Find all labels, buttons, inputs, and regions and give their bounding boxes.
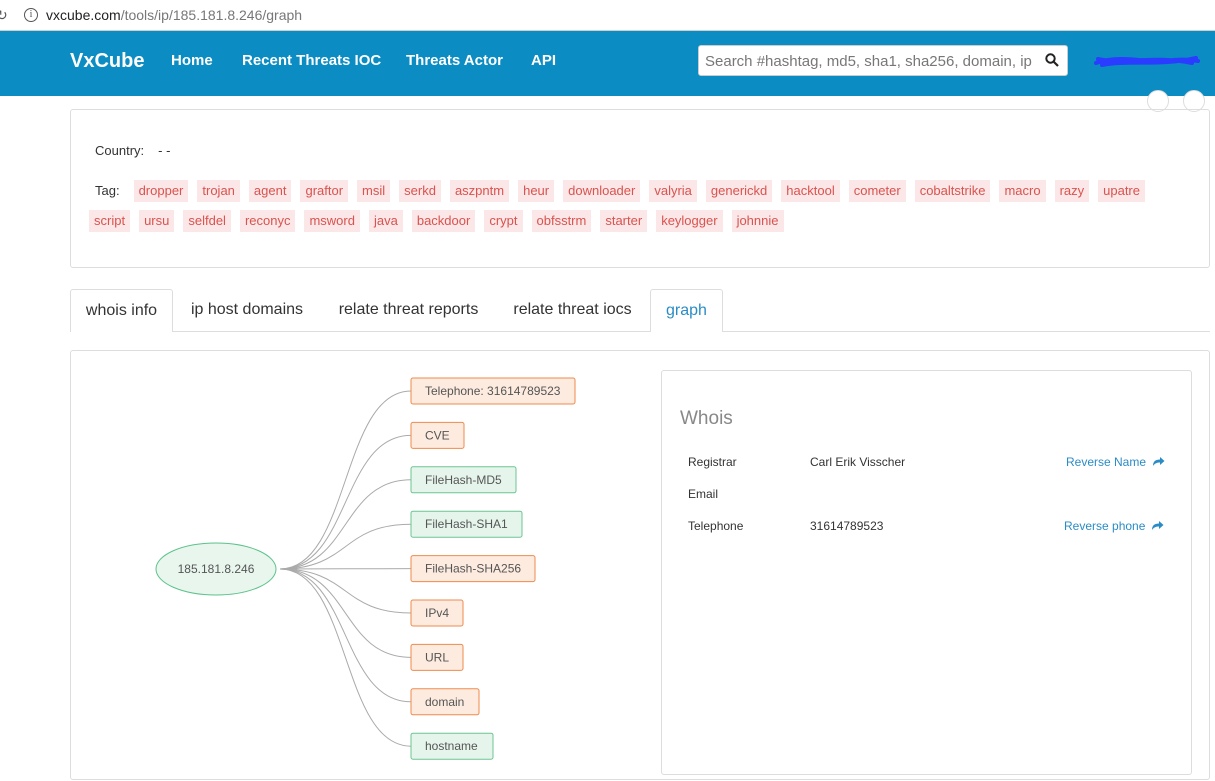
tag-agent[interactable]: agent bbox=[249, 180, 292, 202]
tag-list: Tag: dropper trojan agent graftor msil serkdas… bbox=[89, 180, 1189, 240]
tag-johnnie[interactable]: johnnie bbox=[732, 210, 784, 232]
reverse-phone-link[interactable]: Reverse phone bbox=[1064, 519, 1164, 533]
tag-keylogger[interactable]: keylogger bbox=[656, 210, 722, 232]
whois-title: Whois bbox=[680, 408, 733, 430]
tag-msword[interactable]: msword bbox=[304, 210, 360, 232]
tag-script[interactable]: script bbox=[89, 210, 130, 232]
tag-dropper[interactable]: dropper bbox=[134, 180, 189, 202]
graph-root-label: 185.181.8.246 bbox=[178, 562, 255, 576]
tag-selfdel[interactable]: selfdel bbox=[183, 210, 231, 232]
tag-cobaltstrike[interactable]: cobaltstrike bbox=[915, 180, 991, 202]
address-bar[interactable]: ↻ i vxcube.com/tools/ip/185.181.8.246/gr… bbox=[0, 0, 1215, 31]
tag-generickd[interactable]: generickd bbox=[706, 180, 772, 202]
tag-obfsstrm[interactable]: obfsstrm bbox=[532, 210, 592, 232]
tag-graftor[interactable]: graftor bbox=[300, 180, 348, 202]
country-value: - - bbox=[158, 143, 170, 158]
relationship-graph: 185.181.8.246 Telephone: 31614789523 CVE Fi… bbox=[71, 351, 651, 781]
nav-link-threats-actor[interactable]: Threats Actor bbox=[406, 52, 503, 69]
whois-telephone-label: Telephone bbox=[688, 519, 743, 533]
whois-card: Whois Registrar Carl Erik Visscher Rever… bbox=[661, 370, 1192, 775]
share-arrow-icon bbox=[1152, 456, 1165, 467]
reverse-name-link[interactable]: Reverse Name bbox=[1066, 455, 1165, 469]
tag-trojan[interactable]: trojan bbox=[197, 180, 240, 202]
tag-valyria[interactable]: valyria bbox=[649, 180, 697, 202]
tag-ursu[interactable]: ursu bbox=[139, 210, 174, 232]
graph-node-label: hostname bbox=[425, 739, 478, 753]
nav-link-recent-threats-ioc[interactable]: Recent Threats IOC bbox=[242, 52, 381, 69]
tag-label: Tag: bbox=[89, 180, 125, 202]
tag-hacktool[interactable]: hacktool bbox=[781, 180, 839, 202]
graph-edge bbox=[280, 480, 411, 569]
redacted-username[interactable] bbox=[1092, 51, 1202, 71]
tag-upatre[interactable]: upatre bbox=[1098, 180, 1145, 202]
tag-msil[interactable]: msil bbox=[357, 180, 390, 202]
nav-link-home[interactable]: Home bbox=[171, 52, 213, 69]
graph-edge bbox=[280, 569, 411, 657]
summary-panel: Country: - - Tag: dropper trojan agent grafto… bbox=[70, 109, 1210, 268]
url-path: /tools/ip/185.181.8.246/graph bbox=[121, 7, 302, 23]
search-box bbox=[698, 45, 1068, 76]
tag-cometer[interactable]: cometer bbox=[849, 180, 906, 202]
graph-node-label: URL bbox=[425, 650, 449, 664]
tab-relate-threat-reports[interactable]: relate threat reports bbox=[326, 289, 491, 332]
graph-edge bbox=[280, 391, 411, 569]
tag-starter[interactable]: starter bbox=[600, 210, 647, 232]
share-arrow-icon bbox=[1151, 520, 1164, 531]
graph-node-label: domain bbox=[425, 695, 464, 709]
tab-bar: whois info ip host domains relate threat… bbox=[70, 289, 1210, 332]
country-row: Country: - - bbox=[95, 143, 170, 158]
tag-razy[interactable]: razy bbox=[1055, 180, 1090, 202]
nav-link-api[interactable]: API bbox=[531, 52, 556, 69]
reverse-phone-label: Reverse phone bbox=[1064, 519, 1145, 533]
tag-downloader[interactable]: downloader bbox=[563, 180, 640, 202]
search-icon[interactable] bbox=[1045, 53, 1059, 67]
graph-edge bbox=[280, 569, 411, 746]
whois-email-label: Email bbox=[688, 487, 718, 501]
tag-aszpntm[interactable]: aszpntm bbox=[450, 180, 509, 202]
tab-graph[interactable]: graph bbox=[650, 289, 723, 332]
brand-logo[interactable]: VxCube bbox=[70, 50, 144, 73]
graph-edge bbox=[280, 524, 411, 569]
reload-icon[interactable]: ↻ bbox=[0, 7, 14, 24]
graph-edge bbox=[280, 569, 411, 613]
navbar: VxCube Home Recent Threats IOC Threats A… bbox=[0, 31, 1215, 96]
graph-node-label: FileHash-SHA256 bbox=[425, 562, 521, 576]
tag-java[interactable]: java bbox=[369, 210, 403, 232]
tag-crypt[interactable]: crypt bbox=[484, 210, 522, 232]
country-label: Country: bbox=[95, 143, 144, 158]
graph-node-label: Telephone: 31614789523 bbox=[425, 384, 561, 398]
search-input[interactable] bbox=[705, 50, 1041, 72]
reverse-name-label: Reverse Name bbox=[1066, 455, 1146, 469]
whois-registrar-label: Registrar bbox=[688, 455, 737, 469]
whois-registrar-value: Carl Erik Visscher bbox=[810, 455, 905, 469]
tab-whois-info[interactable]: whois info bbox=[70, 289, 173, 332]
tag-serkd[interactable]: serkd bbox=[399, 180, 441, 202]
tab-ip-host-domains[interactable]: ip host domains bbox=[178, 289, 316, 332]
tag-macro[interactable]: macro bbox=[999, 180, 1045, 202]
graph-node-label: CVE bbox=[425, 428, 450, 442]
graph-panel: 185.181.8.246 Telephone: 31614789523 CVE Fi… bbox=[70, 350, 1210, 780]
tag-heur[interactable]: heur bbox=[518, 180, 554, 202]
info-icon[interactable]: i bbox=[24, 8, 38, 22]
graph-edge bbox=[280, 569, 411, 702]
graph-node-label: FileHash-MD5 bbox=[425, 473, 502, 487]
whois-telephone-value: 31614789523 bbox=[810, 519, 883, 533]
graph-edge bbox=[280, 435, 411, 569]
tag-reconyc[interactable]: reconyc bbox=[240, 210, 296, 232]
url-host: vxcube.com bbox=[46, 7, 121, 23]
tab-relate-threat-iocs[interactable]: relate threat iocs bbox=[502, 289, 643, 332]
graph-node-label: FileHash-SHA1 bbox=[425, 517, 508, 531]
graph-node-label: IPv4 bbox=[425, 606, 449, 620]
tag-backdoor[interactable]: backdoor bbox=[412, 210, 475, 232]
